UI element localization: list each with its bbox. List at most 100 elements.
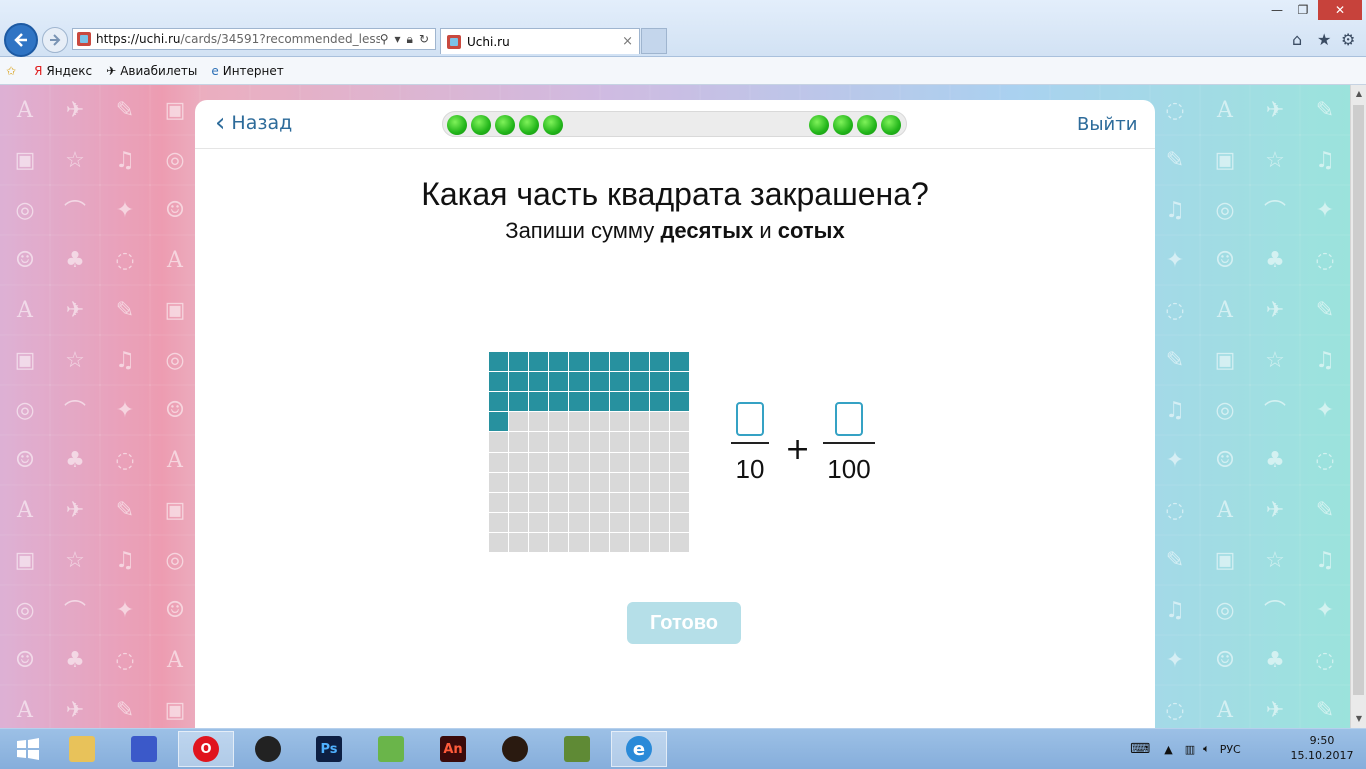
ie-page-icon: e: [211, 63, 219, 78]
pattern-tile-icon: ⌒: [49, 584, 101, 636]
grid-cell-empty: [589, 452, 609, 472]
tenths-denominator: 10: [735, 454, 765, 484]
taskbar-file-explorer[interactable]: [54, 731, 110, 767]
grid-cell-empty: [629, 492, 649, 512]
taskbar-animate[interactable]: An: [425, 731, 481, 767]
grid-cell-empty: [649, 512, 669, 532]
pattern-tile-icon: ✎: [1299, 684, 1350, 728]
grid-cell-empty: [609, 452, 629, 472]
taskbar-save-app[interactable]: [116, 731, 172, 767]
favorite-avia[interactable]: ✈ Авиабилеты: [100, 64, 197, 78]
pattern-tile-icon: A: [1199, 85, 1251, 136]
taskbar-internet-explorer[interactable]: e: [611, 731, 667, 767]
tenths-numerator-input[interactable]: [736, 402, 764, 436]
pattern-tile-icon: ✈: [1249, 284, 1301, 336]
taskbar-game[interactable]: [487, 731, 543, 767]
favorites-star-icon[interactable]: ★: [1317, 30, 1331, 49]
grid-cell-empty: [649, 472, 669, 492]
keyboard-icon[interactable]: ⌨: [1130, 741, 1150, 757]
arrow-right-icon: [50, 34, 61, 46]
pattern-tile-icon: ✎: [99, 684, 151, 728]
grid-cell-filled: [649, 392, 669, 412]
taskbar-obs[interactable]: [240, 731, 296, 767]
hundredths-numerator-input[interactable]: [835, 402, 863, 436]
home-icon[interactable]: ⌂: [1292, 30, 1302, 49]
progress-dots-left: [447, 115, 567, 135]
grid-cell-empty: [489, 432, 509, 452]
pattern-tile-icon: A: [149, 434, 201, 486]
pattern-tile-icon: ✦: [99, 584, 151, 636]
page-scrollbar[interactable]: ▲ ▼: [1350, 85, 1366, 728]
grid-cell-filled: [569, 352, 589, 372]
clock[interactable]: 9:50 15.10.2017: [1290, 733, 1354, 763]
taskbar-minecraft[interactable]: [549, 731, 605, 767]
progress-dot: [543, 115, 563, 135]
taskbar-opera[interactable]: O: [178, 731, 234, 767]
scroll-up-icon[interactable]: ▲: [1351, 85, 1366, 101]
close-window-button[interactable]: ✕: [1318, 0, 1362, 20]
grid-cell-filled: [509, 372, 529, 392]
browser-tab[interactable]: Uchi.ru ×: [440, 28, 640, 54]
game-icon: [502, 736, 528, 762]
lock-icon[interactable]: 🔒︎: [407, 32, 413, 47]
pattern-tile-icon: ▣: [0, 134, 51, 186]
pattern-tile-icon: ✦: [1149, 434, 1201, 486]
tab-close-icon[interactable]: ×: [622, 34, 633, 49]
pattern-tile-icon: ◌: [1299, 234, 1350, 286]
exit-link[interactable]: Выйти: [1077, 114, 1137, 135]
grid-cell-filled: [529, 392, 549, 412]
refresh-icon[interactable]: ↻: [419, 32, 429, 46]
pattern-tile-icon: ♫: [99, 534, 151, 586]
grid-cell-filled: [549, 392, 569, 412]
taskbar-photoshop[interactable]: Ps: [301, 731, 357, 767]
back-link[interactable]: ‹ Назад: [215, 110, 292, 136]
done-button[interactable]: Готово: [627, 602, 741, 644]
pattern-tile-icon: ✎: [99, 85, 151, 136]
favorite-internet[interactable]: e Интернет: [205, 64, 283, 78]
dropdown-icon[interactable]: ▾: [395, 32, 401, 46]
browser-forward-button[interactable]: [42, 27, 68, 53]
tray-expand-icon[interactable]: ▲: [1164, 743, 1172, 756]
pattern-tile-icon: ☺: [149, 184, 201, 236]
grid-cell-filled: [529, 372, 549, 392]
pattern-tile-icon: ⌒: [1249, 384, 1301, 436]
favorite-yandex[interactable]: Я Яндекс: [28, 64, 92, 78]
pattern-tile-icon: ⌒: [1249, 584, 1301, 636]
taskbar-launcher[interactable]: [363, 731, 419, 767]
restore-button[interactable]: ❐: [1290, 0, 1316, 20]
grid-cell-empty: [529, 492, 549, 512]
grid-cell-empty: [589, 412, 609, 432]
scroll-thumb[interactable]: [1353, 105, 1364, 695]
pattern-tile-icon: A: [149, 234, 201, 286]
gear-icon[interactable]: ⚙: [1341, 30, 1355, 49]
pattern-tile-icon: ◌: [99, 234, 151, 286]
pattern-tile-icon: ♫: [1299, 134, 1350, 186]
grid-cell-empty: [589, 532, 609, 552]
address-bar[interactable]: https://uchi.ru/cards/34591?recommended_…: [72, 28, 436, 50]
plane-icon: ✈: [106, 63, 117, 78]
grid-cell-filled: [609, 352, 629, 372]
grid-cell-empty: [609, 412, 629, 432]
favorites-star-add-icon[interactable]: ✩: [0, 64, 20, 78]
pattern-tile-icon: A: [0, 684, 51, 728]
volume-icon[interactable]: 🔈︎: [1203, 742, 1210, 756]
browser-back-button[interactable]: [4, 23, 38, 57]
new-tab-button[interactable]: [641, 28, 667, 54]
scroll-down-icon[interactable]: ▼: [1351, 710, 1366, 726]
grid-cell-empty: [569, 452, 589, 472]
address-url[interactable]: https://uchi.ru/cards/34591?recommended_…: [96, 32, 380, 46]
start-button[interactable]: [0, 731, 56, 767]
fraction-bar: [823, 442, 875, 444]
pattern-tile-icon: A: [1199, 284, 1251, 336]
grid-cell-empty: [529, 512, 549, 532]
network-icon[interactable]: ▥: [1185, 743, 1195, 756]
language-indicator[interactable]: РУС: [1220, 743, 1241, 756]
grid-cell-empty: [549, 412, 569, 432]
fraction-hundredths: 100: [823, 402, 875, 485]
grid-cell-empty: [669, 472, 689, 492]
search-icon[interactable]: ⚲: [380, 32, 389, 46]
minimize-button[interactable]: —: [1264, 0, 1290, 20]
grid-cell-empty: [649, 432, 669, 452]
pattern-tile-icon: ✈: [49, 484, 101, 536]
pattern-tile-icon: ◎: [149, 534, 201, 586]
